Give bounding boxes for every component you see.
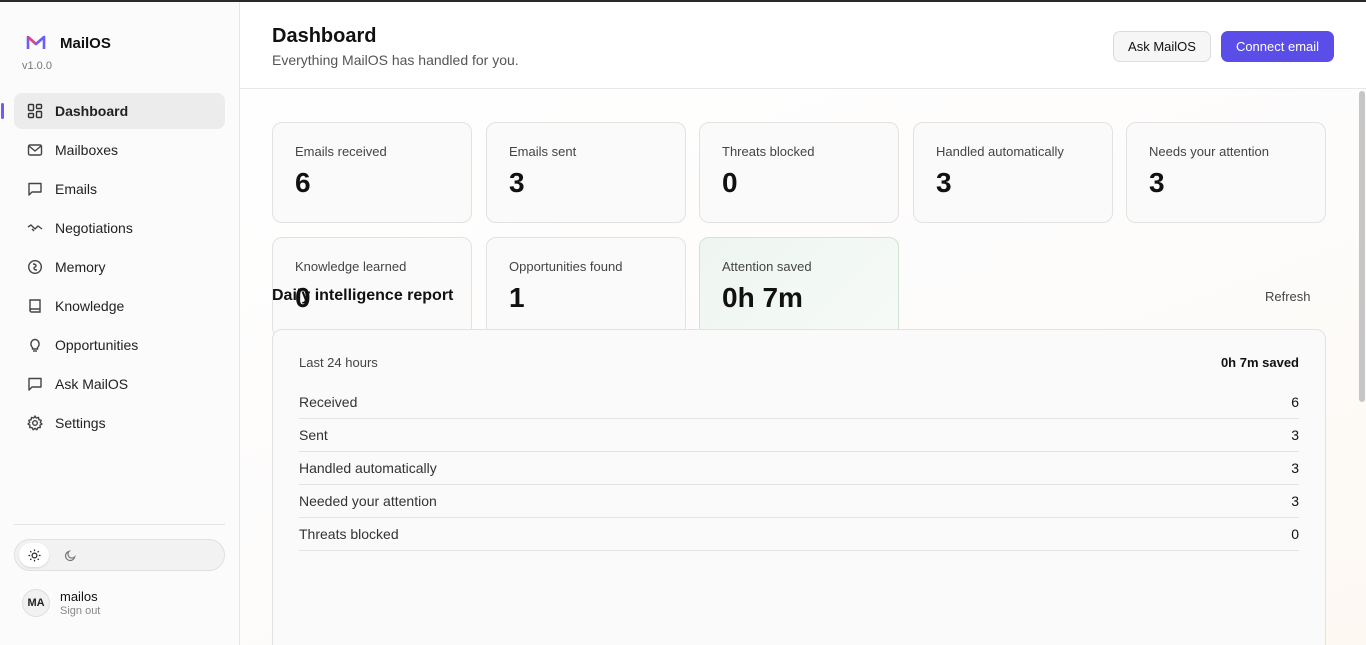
moon-icon[interactable] xyxy=(55,543,85,567)
report-row-value: 6 xyxy=(1291,394,1299,410)
gear-icon xyxy=(27,415,43,431)
sidebar-item-opportunities[interactable]: Opportunities xyxy=(14,327,225,363)
refresh-button[interactable]: Refresh xyxy=(1265,289,1311,304)
stat-card-emails-sent: Emails sent 3 xyxy=(486,122,686,223)
handshake-icon xyxy=(27,220,43,236)
page-title: Dashboard xyxy=(272,25,377,47)
report-row-label: Sent xyxy=(299,427,328,443)
stat-value: 6 xyxy=(295,167,311,198)
user-name: mailos xyxy=(60,589,98,604)
stat-value: 3 xyxy=(509,167,525,198)
sidebar-item-label: Emails xyxy=(55,181,98,197)
report-saved: 0h 7m saved xyxy=(1220,355,1299,370)
page-header: Dashboard Everything MailOS has handled … xyxy=(240,2,1366,89)
report-title: Daily intelligence report xyxy=(272,287,454,304)
user-profile: MA mailos Sign out xyxy=(22,589,100,617)
sign-out-link[interactable]: Sign out xyxy=(60,605,100,617)
report-row: Needed your attention 3 xyxy=(299,485,1299,518)
stat-card-handled-automatically: Handled automatically 3 xyxy=(913,122,1113,223)
stat-label: Attention saved xyxy=(722,259,812,274)
stat-label: Emails received xyxy=(295,144,387,159)
sidebar-item-label: Knowledge xyxy=(55,298,125,314)
message-square-icon xyxy=(27,181,43,197)
sidebar-item-knowledge[interactable]: Knowledge xyxy=(14,288,225,324)
stat-value: 3 xyxy=(1149,167,1165,198)
stat-label: Needs your attention xyxy=(1149,144,1269,159)
sidebar-item-dashboard[interactable]: Dashboard xyxy=(1,93,225,129)
sidebar-item-label: Memory xyxy=(55,259,106,275)
brand[interactable]: MailOS xyxy=(25,32,111,54)
theme-toggle[interactable] xyxy=(14,539,225,571)
avatar[interactable]: MA xyxy=(22,589,50,617)
stat-card-threats-blocked: Threats blocked 0 xyxy=(699,122,899,223)
sidebar-item-mailboxes[interactable]: Mailboxes xyxy=(14,132,225,168)
sidebar-item-memory[interactable]: Memory xyxy=(14,249,225,285)
sidebar-item-label: Settings xyxy=(55,415,106,431)
report-row-label: Received xyxy=(299,394,358,410)
page-subtitle: Everything MailOS has handled for you. xyxy=(272,52,519,68)
connect-email-button[interactable]: Connect email xyxy=(1221,31,1334,62)
sidebar: MailOS v1.0.0 Dashboard Mailboxes Emails… xyxy=(0,2,240,645)
scrollbar[interactable] xyxy=(1359,91,1365,402)
main-content: Dashboard Everything MailOS has handled … xyxy=(240,2,1366,645)
report-row: Received 6 xyxy=(299,386,1299,419)
stat-label: Emails sent xyxy=(509,144,577,159)
report-row-label: Handled automatically xyxy=(299,460,437,476)
stat-label: Opportunities found xyxy=(509,259,623,274)
ask-mailos-button[interactable]: Ask MailOS xyxy=(1113,31,1211,62)
stat-label: Handled automatically xyxy=(936,144,1064,159)
message-square-icon xyxy=(27,376,43,392)
sidebar-item-label: Dashboard xyxy=(55,103,129,119)
stat-card-opportunities-found: Opportunities found 1 xyxy=(486,237,686,338)
stat-card-needs-attention: Needs your attention 3 xyxy=(1126,122,1326,223)
report-row-value: 0 xyxy=(1291,526,1299,542)
sidebar-item-label: Negotiations xyxy=(55,220,133,236)
stat-value: 3 xyxy=(936,167,952,198)
report-row-label: Threats blocked xyxy=(299,526,399,542)
app-version: v1.0.0 xyxy=(22,60,52,72)
sidebar-item-negotiations[interactable]: Negotiations xyxy=(14,210,225,246)
report-row-value: 3 xyxy=(1291,460,1299,476)
mail-icon xyxy=(27,142,43,158)
lightbulb-icon xyxy=(27,337,43,353)
report-row: Handled automatically 3 xyxy=(299,452,1299,485)
report-period: Last 24 hours xyxy=(299,355,378,370)
sidebar-item-label: Mailboxes xyxy=(55,142,119,158)
stat-value: 0 xyxy=(722,167,738,198)
sidebar-item-label: Ask MailOS xyxy=(55,376,129,392)
app-name: MailOS xyxy=(60,34,111,52)
sidebar-item-ask-mailos[interactable]: Ask MailOS xyxy=(14,366,225,402)
report-rows: Received 6 Sent 3 Handled automatically … xyxy=(299,386,1299,551)
sidebar-item-settings[interactable]: Settings xyxy=(14,405,225,441)
mailos-logo-icon xyxy=(25,32,47,54)
stat-label: Knowledge learned xyxy=(295,259,407,274)
report-row: Threats blocked 0 xyxy=(299,518,1299,551)
report-row-label: Needed your attention xyxy=(299,493,437,509)
sidebar-nav: Dashboard Mailboxes Emails Negotiations xyxy=(1,93,225,444)
sidebar-divider xyxy=(14,524,225,525)
stat-value: 1 xyxy=(509,282,525,313)
daily-report-card: Last 24 hours 0h 7m saved Received 6 Sen… xyxy=(272,329,1326,645)
grid-icon xyxy=(27,103,43,119)
sun-icon[interactable] xyxy=(19,543,49,567)
brain-icon xyxy=(27,259,43,275)
sidebar-item-emails[interactable]: Emails xyxy=(14,171,225,207)
stat-label: Threats blocked xyxy=(722,144,815,159)
book-icon xyxy=(27,298,43,314)
report-row-value: 3 xyxy=(1291,493,1299,509)
stat-value: 0h 7m xyxy=(722,282,803,313)
report-row: Sent 3 xyxy=(299,419,1299,452)
stat-card-emails-received: Emails received 6 xyxy=(272,122,472,223)
sidebar-item-label: Opportunities xyxy=(55,337,139,353)
stat-card-attention-saved: Attention saved 0h 7m xyxy=(699,237,899,338)
report-row-value: 3 xyxy=(1291,427,1299,443)
